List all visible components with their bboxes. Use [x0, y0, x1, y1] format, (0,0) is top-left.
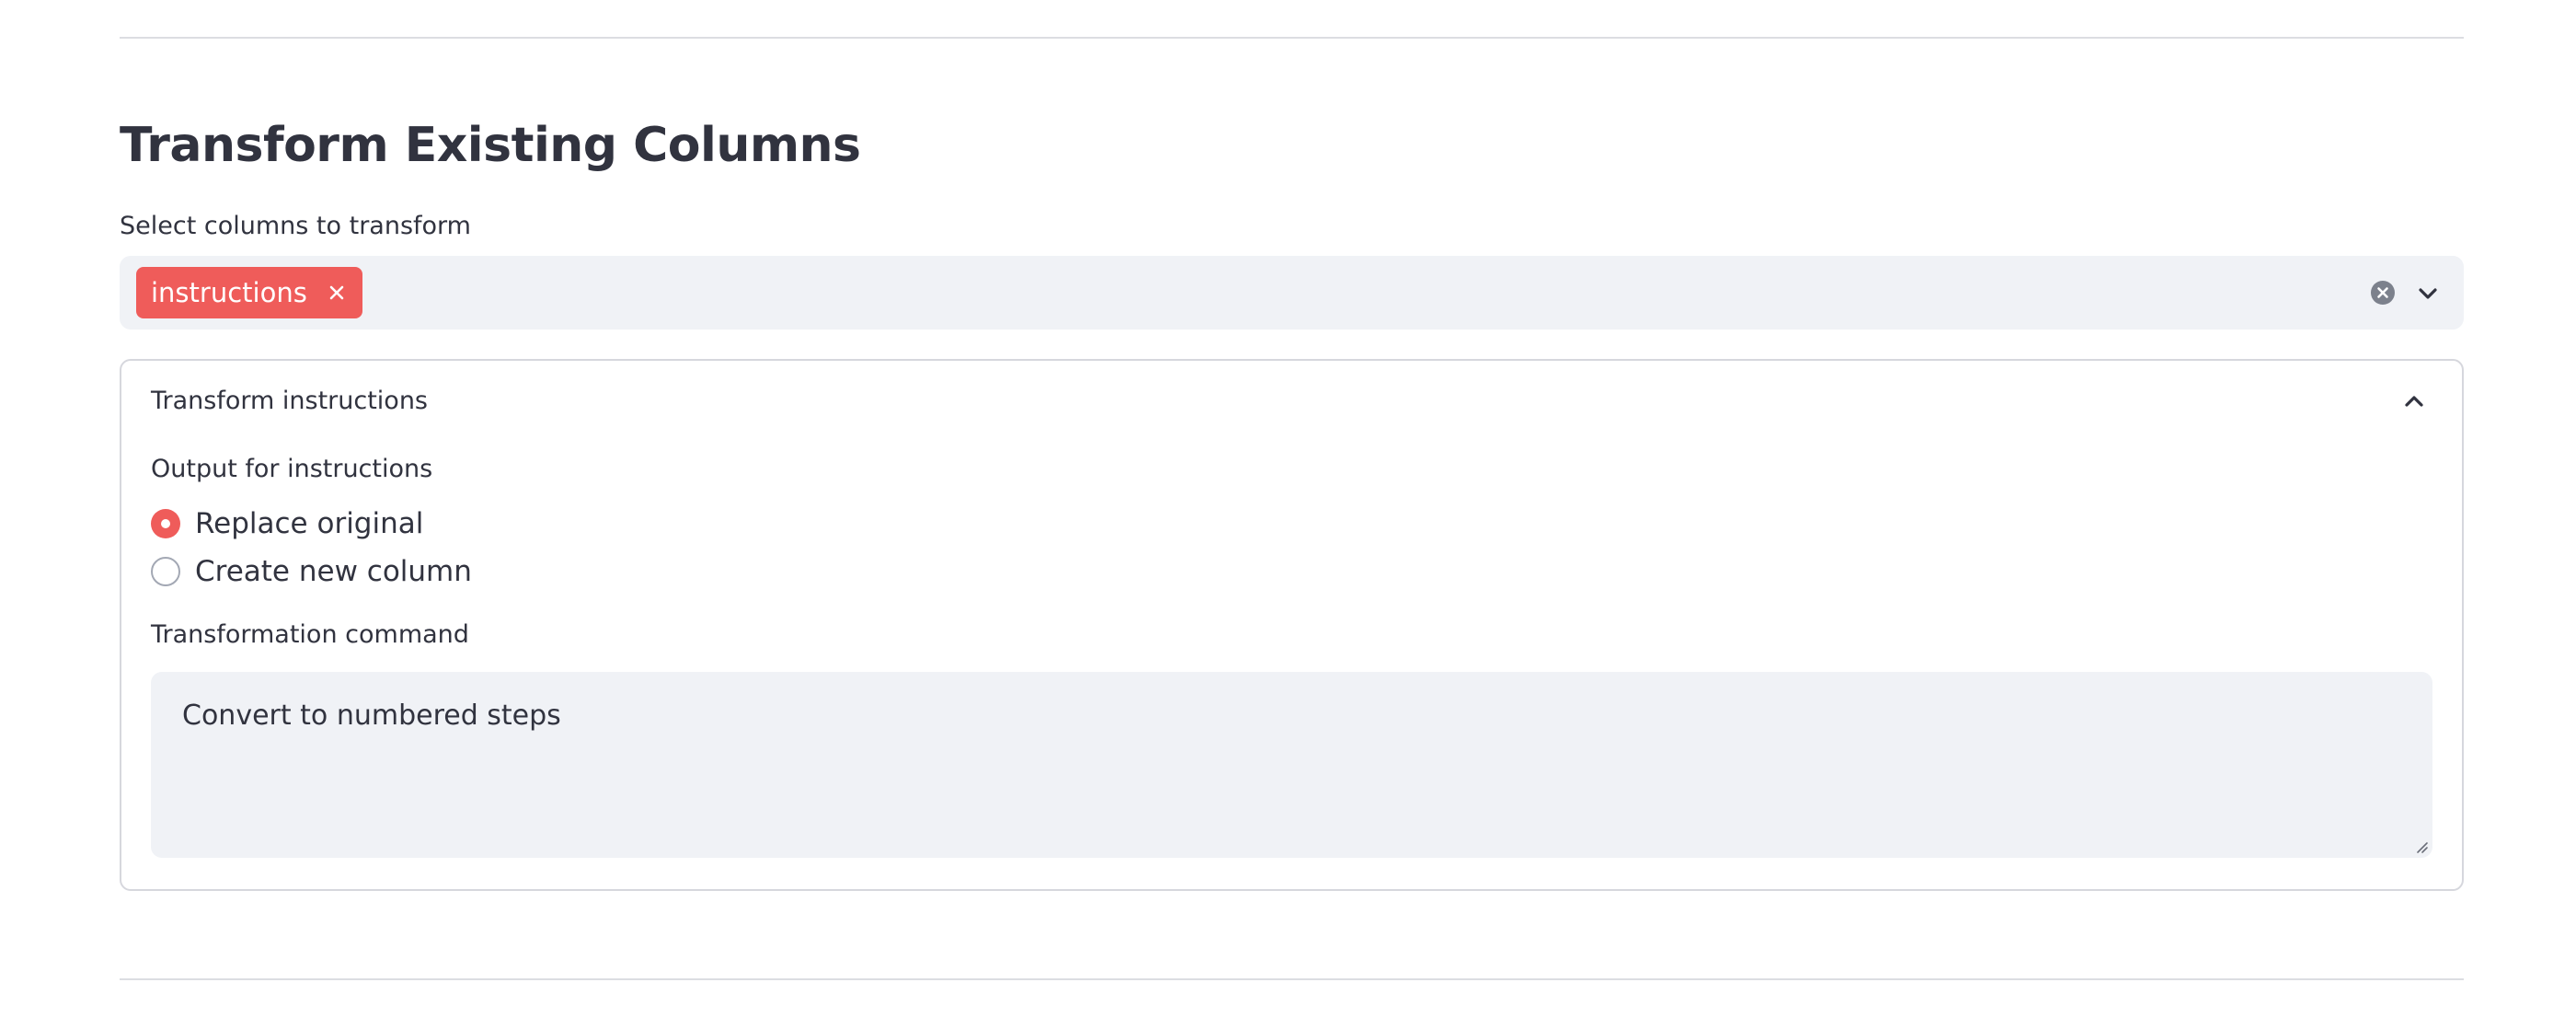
close-icon [329, 285, 344, 300]
radio-label: Replace original [195, 507, 424, 540]
transformation-command-input[interactable]: Convert to numbered steps [151, 672, 2432, 858]
clear-selection-button[interactable] [2370, 280, 2396, 306]
chevron-down-icon [2419, 288, 2437, 299]
resize-grip-icon[interactable] [2412, 838, 2429, 854]
chip-label: instructions [151, 277, 307, 308]
radio-button-unchecked[interactable] [151, 557, 180, 586]
command-label: Transformation command [151, 620, 469, 649]
top-divider [120, 37, 2464, 39]
expander-header[interactable]: Transform instructions [121, 361, 2462, 445]
expander-title: Transform instructions [151, 387, 428, 415]
clear-circle-icon [2371, 281, 2395, 305]
page-title: Transform Existing Columns [120, 118, 861, 173]
radio-create-new-column[interactable]: Create new column [151, 552, 472, 591]
dropdown-toggle[interactable] [2416, 282, 2440, 306]
transform-expander: Transform instructions Output for instru… [120, 359, 2464, 891]
radio-button-checked[interactable] [151, 509, 180, 538]
column-multiselect[interactable]: instructions [120, 256, 2464, 330]
column-select-label: Select columns to transform [120, 212, 471, 240]
radio-label: Create new column [195, 555, 472, 588]
bottom-divider [120, 978, 2464, 980]
selected-column-chip: instructions [136, 267, 362, 318]
chip-remove-button[interactable] [324, 267, 350, 318]
radio-replace-original[interactable]: Replace original [151, 504, 423, 543]
chevron-up-icon [2405, 396, 2423, 407]
output-label: Output for instructions [151, 455, 433, 483]
command-text: Convert to numbered steps [182, 699, 561, 732]
